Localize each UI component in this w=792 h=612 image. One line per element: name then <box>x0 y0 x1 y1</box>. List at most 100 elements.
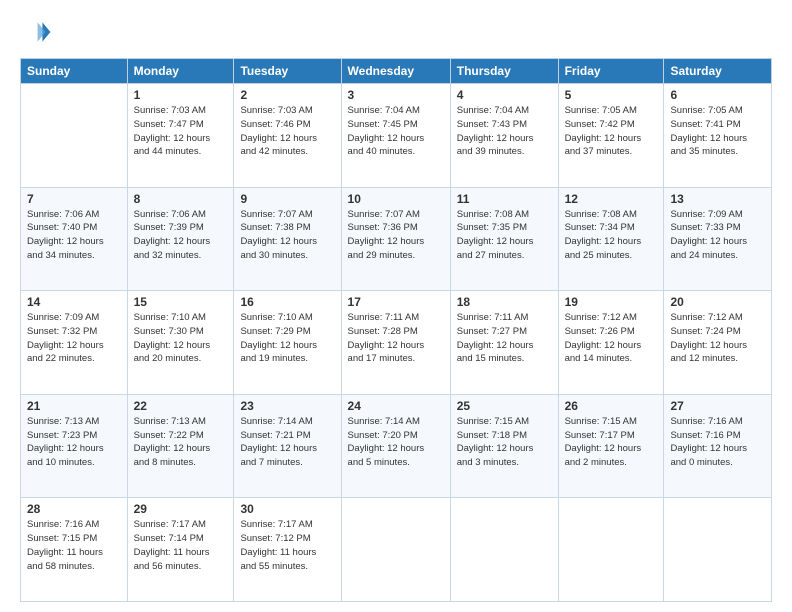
calendar-cell: 17 Sunrise: 7:11 AM Sunset: 7:28 PM Dayli… <box>341 291 450 395</box>
day-info: Sunrise: 7:16 AM Sunset: 7:15 PM Dayligh… <box>27 518 121 573</box>
day-number: 13 <box>670 192 765 206</box>
day-number: 15 <box>134 295 228 309</box>
weekday-header-thursday: Thursday <box>450 59 558 84</box>
day-number: 10 <box>348 192 444 206</box>
day-info: Sunrise: 7:14 AM Sunset: 7:21 PM Dayligh… <box>240 415 334 470</box>
day-info: Sunrise: 7:09 AM Sunset: 7:33 PM Dayligh… <box>670 208 765 263</box>
calendar-cell: 15 Sunrise: 7:10 AM Sunset: 7:30 PM Dayli… <box>127 291 234 395</box>
day-number: 9 <box>240 192 334 206</box>
day-info: Sunrise: 7:12 AM Sunset: 7:26 PM Dayligh… <box>565 311 658 366</box>
day-info: Sunrise: 7:08 AM Sunset: 7:35 PM Dayligh… <box>457 208 552 263</box>
day-number: 11 <box>457 192 552 206</box>
day-number: 27 <box>670 399 765 413</box>
day-number: 24 <box>348 399 444 413</box>
day-number: 5 <box>565 88 658 102</box>
header <box>20 16 772 48</box>
day-info: Sunrise: 7:03 AM Sunset: 7:46 PM Dayligh… <box>240 104 334 159</box>
day-info: Sunrise: 7:08 AM Sunset: 7:34 PM Dayligh… <box>565 208 658 263</box>
day-number: 2 <box>240 88 334 102</box>
day-info: Sunrise: 7:13 AM Sunset: 7:23 PM Dayligh… <box>27 415 121 470</box>
logo <box>20 16 56 48</box>
weekday-header-wednesday: Wednesday <box>341 59 450 84</box>
day-info: Sunrise: 7:17 AM Sunset: 7:12 PM Dayligh… <box>240 518 334 573</box>
day-number: 21 <box>27 399 121 413</box>
calendar-cell: 1Sunrise: 7:03 AM Sunset: 7:47 PM Daylig… <box>127 84 234 188</box>
day-number: 17 <box>348 295 444 309</box>
calendar-week-row: 21 Sunrise: 7:13 AM Sunset: 7:23 PM Dayli… <box>21 394 772 498</box>
day-number: 7 <box>27 192 121 206</box>
calendar-cell: 3 Sunrise: 7:04 AM Sunset: 7:45 PM Daylig… <box>341 84 450 188</box>
calendar-cell: 21 Sunrise: 7:13 AM Sunset: 7:23 PM Dayli… <box>21 394 128 498</box>
calendar-cell: 7Sunrise: 7:06 AM Sunset: 7:40 PM Daylig… <box>21 187 128 291</box>
day-info: Sunrise: 7:14 AM Sunset: 7:20 PM Dayligh… <box>348 415 444 470</box>
day-info: Sunrise: 7:07 AM Sunset: 7:38 PM Dayligh… <box>240 208 334 263</box>
calendar-cell: 2 Sunrise: 7:03 AM Sunset: 7:46 PM Daylig… <box>234 84 341 188</box>
day-number: 30 <box>240 502 334 516</box>
calendar-cell: 11 Sunrise: 7:08 AM Sunset: 7:35 PM Dayli… <box>450 187 558 291</box>
calendar-cell: 22 Sunrise: 7:13 AM Sunset: 7:22 PM Dayli… <box>127 394 234 498</box>
day-number: 18 <box>457 295 552 309</box>
day-number: 22 <box>134 399 228 413</box>
calendar-cell: 19 Sunrise: 7:12 AM Sunset: 7:26 PM Dayli… <box>558 291 664 395</box>
logo-icon <box>20 16 52 48</box>
weekday-header-monday: Monday <box>127 59 234 84</box>
calendar-week-row: 7Sunrise: 7:06 AM Sunset: 7:40 PM Daylig… <box>21 187 772 291</box>
day-number: 29 <box>134 502 228 516</box>
calendar-cell: 18 Sunrise: 7:11 AM Sunset: 7:27 PM Dayli… <box>450 291 558 395</box>
day-number: 14 <box>27 295 121 309</box>
day-info: Sunrise: 7:11 AM Sunset: 7:28 PM Dayligh… <box>348 311 444 366</box>
calendar-cell: 30 Sunrise: 7:17 AM Sunset: 7:12 PM Dayli… <box>234 498 341 602</box>
day-number: 6 <box>670 88 765 102</box>
day-info: Sunrise: 7:16 AM Sunset: 7:16 PM Dayligh… <box>670 415 765 470</box>
day-number: 4 <box>457 88 552 102</box>
calendar-week-row: 14 Sunrise: 7:09 AM Sunset: 7:32 PM Dayli… <box>21 291 772 395</box>
calendar-cell: 9 Sunrise: 7:07 AM Sunset: 7:38 PM Daylig… <box>234 187 341 291</box>
day-number: 3 <box>348 88 444 102</box>
day-info: Sunrise: 7:11 AM Sunset: 7:27 PM Dayligh… <box>457 311 552 366</box>
calendar-cell: 4 Sunrise: 7:04 AM Sunset: 7:43 PM Daylig… <box>450 84 558 188</box>
calendar-cell: 8Sunrise: 7:06 AM Sunset: 7:39 PM Daylig… <box>127 187 234 291</box>
day-number: 26 <box>565 399 658 413</box>
calendar-cell: 26Sunrise: 7:15 AM Sunset: 7:17 PM Dayli… <box>558 394 664 498</box>
day-info: Sunrise: 7:03 AM Sunset: 7:47 PM Dayligh… <box>134 104 228 159</box>
calendar-cell: 29 Sunrise: 7:17 AM Sunset: 7:14 PM Dayli… <box>127 498 234 602</box>
day-info: Sunrise: 7:09 AM Sunset: 7:32 PM Dayligh… <box>27 311 121 366</box>
calendar-cell <box>21 84 128 188</box>
weekday-header-sunday: Sunday <box>21 59 128 84</box>
calendar-cell: 10Sunrise: 7:07 AM Sunset: 7:36 PM Dayli… <box>341 187 450 291</box>
day-info: Sunrise: 7:15 AM Sunset: 7:18 PM Dayligh… <box>457 415 552 470</box>
calendar-cell: 13 Sunrise: 7:09 AM Sunset: 7:33 PM Dayli… <box>664 187 772 291</box>
calendar-cell: 12 Sunrise: 7:08 AM Sunset: 7:34 PM Dayli… <box>558 187 664 291</box>
calendar-cell <box>664 498 772 602</box>
calendar-week-row: 1Sunrise: 7:03 AM Sunset: 7:47 PM Daylig… <box>21 84 772 188</box>
day-info: Sunrise: 7:17 AM Sunset: 7:14 PM Dayligh… <box>134 518 228 573</box>
day-number: 20 <box>670 295 765 309</box>
calendar-cell <box>341 498 450 602</box>
weekday-header-saturday: Saturday <box>664 59 772 84</box>
calendar-cell <box>558 498 664 602</box>
day-info: Sunrise: 7:05 AM Sunset: 7:42 PM Dayligh… <box>565 104 658 159</box>
day-number: 19 <box>565 295 658 309</box>
calendar-cell: 23 Sunrise: 7:14 AM Sunset: 7:21 PM Dayli… <box>234 394 341 498</box>
day-info: Sunrise: 7:12 AM Sunset: 7:24 PM Dayligh… <box>670 311 765 366</box>
calendar-cell: 5 Sunrise: 7:05 AM Sunset: 7:42 PM Daylig… <box>558 84 664 188</box>
calendar-cell: 6Sunrise: 7:05 AM Sunset: 7:41 PM Daylig… <box>664 84 772 188</box>
weekday-header-row: SundayMondayTuesdayWednesdayThursdayFrid… <box>21 59 772 84</box>
day-number: 12 <box>565 192 658 206</box>
day-number: 23 <box>240 399 334 413</box>
day-number: 25 <box>457 399 552 413</box>
calendar-cell: 14 Sunrise: 7:09 AM Sunset: 7:32 PM Dayli… <box>21 291 128 395</box>
day-info: Sunrise: 7:13 AM Sunset: 7:22 PM Dayligh… <box>134 415 228 470</box>
calendar-cell: 20 Sunrise: 7:12 AM Sunset: 7:24 PM Dayli… <box>664 291 772 395</box>
calendar-cell: 28 Sunrise: 7:16 AM Sunset: 7:15 PM Dayli… <box>21 498 128 602</box>
day-info: Sunrise: 7:04 AM Sunset: 7:43 PM Dayligh… <box>457 104 552 159</box>
day-info: Sunrise: 7:10 AM Sunset: 7:29 PM Dayligh… <box>240 311 334 366</box>
day-info: Sunrise: 7:04 AM Sunset: 7:45 PM Dayligh… <box>348 104 444 159</box>
calendar-table: SundayMondayTuesdayWednesdayThursdayFrid… <box>20 58 772 602</box>
day-number: 28 <box>27 502 121 516</box>
day-info: Sunrise: 7:10 AM Sunset: 7:30 PM Dayligh… <box>134 311 228 366</box>
calendar-week-row: 28 Sunrise: 7:16 AM Sunset: 7:15 PM Dayli… <box>21 498 772 602</box>
calendar-cell: 16Sunrise: 7:10 AM Sunset: 7:29 PM Dayli… <box>234 291 341 395</box>
weekday-header-friday: Friday <box>558 59 664 84</box>
day-info: Sunrise: 7:06 AM Sunset: 7:39 PM Dayligh… <box>134 208 228 263</box>
